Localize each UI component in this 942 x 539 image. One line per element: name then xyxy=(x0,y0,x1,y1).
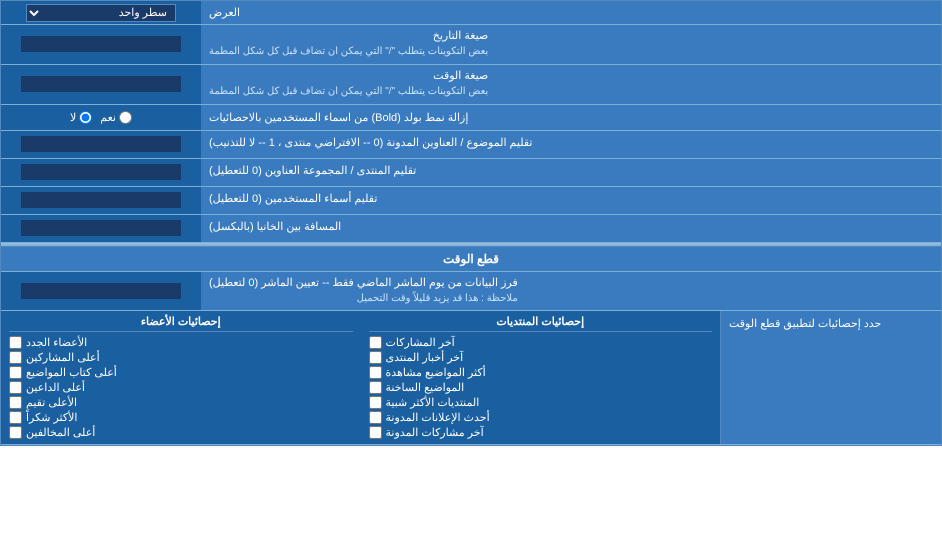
usernames-input[interactable]: 0 xyxy=(21,192,181,208)
page-gap-label: المسافة بين الخانيا (بالبكسل) xyxy=(201,215,941,242)
bold-remove-row: إزالة نمط بولد (Bold) من اسماء المستخدمي… xyxy=(1,105,941,131)
stat-checkbox-2-3[interactable] xyxy=(9,366,22,379)
stat-checkbox-1-4[interactable] xyxy=(369,381,382,394)
forum-group-row: تقليم المنتدى / المجموعة العناوين (0 للت… xyxy=(1,159,941,187)
date-format-row: صيغة التاريخبعض التكوينات يتطلب "/" التي… xyxy=(1,25,941,65)
cutoff-input-wrap: 0 xyxy=(1,272,201,311)
stat-item-2-7: أعلى المخالفين xyxy=(9,425,353,440)
display-row: العرض سطر واحد سطرين ثلاثة أسطر xyxy=(1,1,941,25)
bold-yes-label[interactable]: نعم xyxy=(100,111,132,124)
stat-item-2-6: الأكثر شكراً xyxy=(9,410,353,425)
stat-item-1-6: أحدث الإعلانات المدونة xyxy=(369,410,713,425)
cutoff-label: فرز البيانات من يوم الماشر الماضي فقط --… xyxy=(201,272,941,311)
page-gap-row: المسافة بين الخانيا (بالبكسل) 2 xyxy=(1,215,941,243)
main-container: العرض سطر واحد سطرين ثلاثة أسطر صيغة الت… xyxy=(0,0,942,446)
stat-checkbox-1-2[interactable] xyxy=(369,351,382,364)
stats-columns: إحصائيات المنتديات آخر المشاركات آخر أخب… xyxy=(1,311,721,444)
forum-group-input-wrap: 33 xyxy=(1,159,201,186)
stats-col2: إحصائيات الأعضاء الأعضاء الجدد أعلى المش… xyxy=(1,311,361,444)
bold-remove-label: إزالة نمط بولد (Bold) من اسماء المستخدمي… xyxy=(201,105,941,130)
cutoff-section-header: قطع الوقت xyxy=(1,247,941,272)
cutoff-input[interactable]: 0 xyxy=(21,283,181,299)
stat-checkbox-2-1[interactable] xyxy=(9,336,22,349)
time-format-label: صيغة الوقتبعض التكوينات يتطلب "/" التي ي… xyxy=(201,65,941,104)
display-label: العرض xyxy=(201,1,941,24)
stat-item-1-5: المنتديات الأكثر شبية xyxy=(369,395,713,410)
date-format-label: صيغة التاريخبعض التكوينات يتطلب "/" التي… xyxy=(201,25,941,64)
stat-item-1-1: آخر المشاركات xyxy=(369,335,713,350)
forum-group-label: تقليم المنتدى / المجموعة العناوين (0 للت… xyxy=(201,159,941,186)
topics-threads-label: تقليم الموضوع / العناوين المدونة (0 -- ا… xyxy=(201,131,941,158)
time-format-input-wrap: H:i xyxy=(1,65,201,104)
stats-section-wrapper: حدد إحصائيات لتطبيق قطع الوقت إحصائيات ا… xyxy=(1,311,941,445)
stat-item-1-4: المواضيع الساخنة xyxy=(369,380,713,395)
stat-checkbox-1-6[interactable] xyxy=(369,411,382,424)
date-format-input-wrap: d-m xyxy=(1,25,201,64)
stats-col1-title: إحصائيات المنتديات xyxy=(369,315,713,332)
stat-checkbox-2-7[interactable] xyxy=(9,426,22,439)
display-select-wrap: سطر واحد سطرين ثلاثة أسطر xyxy=(1,1,201,24)
cutoff-row: فرز البيانات من يوم الماشر الماضي فقط --… xyxy=(1,272,941,312)
stat-item-2-5: الأعلى تقيم xyxy=(9,395,353,410)
bold-remove-inputs: نعم لا xyxy=(1,105,201,130)
page-gap-input[interactable]: 2 xyxy=(21,220,181,236)
stat-checkbox-2-2[interactable] xyxy=(9,351,22,364)
stats-col1: إحصائيات المنتديات آخر المشاركات آخر أخب… xyxy=(361,311,722,444)
stat-item-2-3: أعلى كتاب المواضيع xyxy=(9,365,353,380)
stat-checkbox-1-5[interactable] xyxy=(369,396,382,409)
topics-threads-input-wrap: 33 xyxy=(1,131,201,158)
stat-item-1-2: آخر أخبار المنتدى xyxy=(369,350,713,365)
page-gap-input-wrap: 2 xyxy=(1,215,201,242)
stat-checkbox-1-3[interactable] xyxy=(369,366,382,379)
time-format-input[interactable]: H:i xyxy=(21,76,181,92)
stat-checkbox-1-7[interactable] xyxy=(369,426,382,439)
stat-item-2-4: أعلى الداعين xyxy=(9,380,353,395)
bold-no-label[interactable]: لا xyxy=(70,111,92,124)
usernames-label: تقليم أسماء المستخدمين (0 للتعطيل) xyxy=(201,187,941,214)
date-format-input[interactable]: d-m xyxy=(21,36,181,52)
display-select[interactable]: سطر واحد سطرين ثلاثة أسطر xyxy=(26,4,176,22)
bold-no-radio[interactable] xyxy=(79,111,92,124)
bold-yes-radio[interactable] xyxy=(119,111,132,124)
stat-checkbox-2-5[interactable] xyxy=(9,396,22,409)
stat-item-2-2: أعلى المشاركين xyxy=(9,350,353,365)
usernames-input-wrap: 0 xyxy=(1,187,201,214)
usernames-row: تقليم أسماء المستخدمين (0 للتعطيل) 0 xyxy=(1,187,941,215)
stat-checkbox-1-1[interactable] xyxy=(369,336,382,349)
stat-checkbox-2-6[interactable] xyxy=(9,411,22,424)
stats-apply-label: حدد إحصائيات لتطبيق قطع الوقت xyxy=(721,311,941,444)
stat-item-2-1: الأعضاء الجدد xyxy=(9,335,353,350)
forum-group-input[interactable]: 33 xyxy=(21,164,181,180)
topics-threads-input[interactable]: 33 xyxy=(21,136,181,152)
time-format-row: صيغة الوقتبعض التكوينات يتطلب "/" التي ي… xyxy=(1,65,941,105)
stat-item-1-3: أكثر المواضيع مشاهدة xyxy=(369,365,713,380)
stat-checkbox-2-4[interactable] xyxy=(9,381,22,394)
topics-threads-row: تقليم الموضوع / العناوين المدونة (0 -- ا… xyxy=(1,131,941,159)
stats-col2-title: إحصائيات الأعضاء xyxy=(9,315,353,332)
stat-item-1-7: آخر مشاركات المدونة xyxy=(369,425,713,440)
